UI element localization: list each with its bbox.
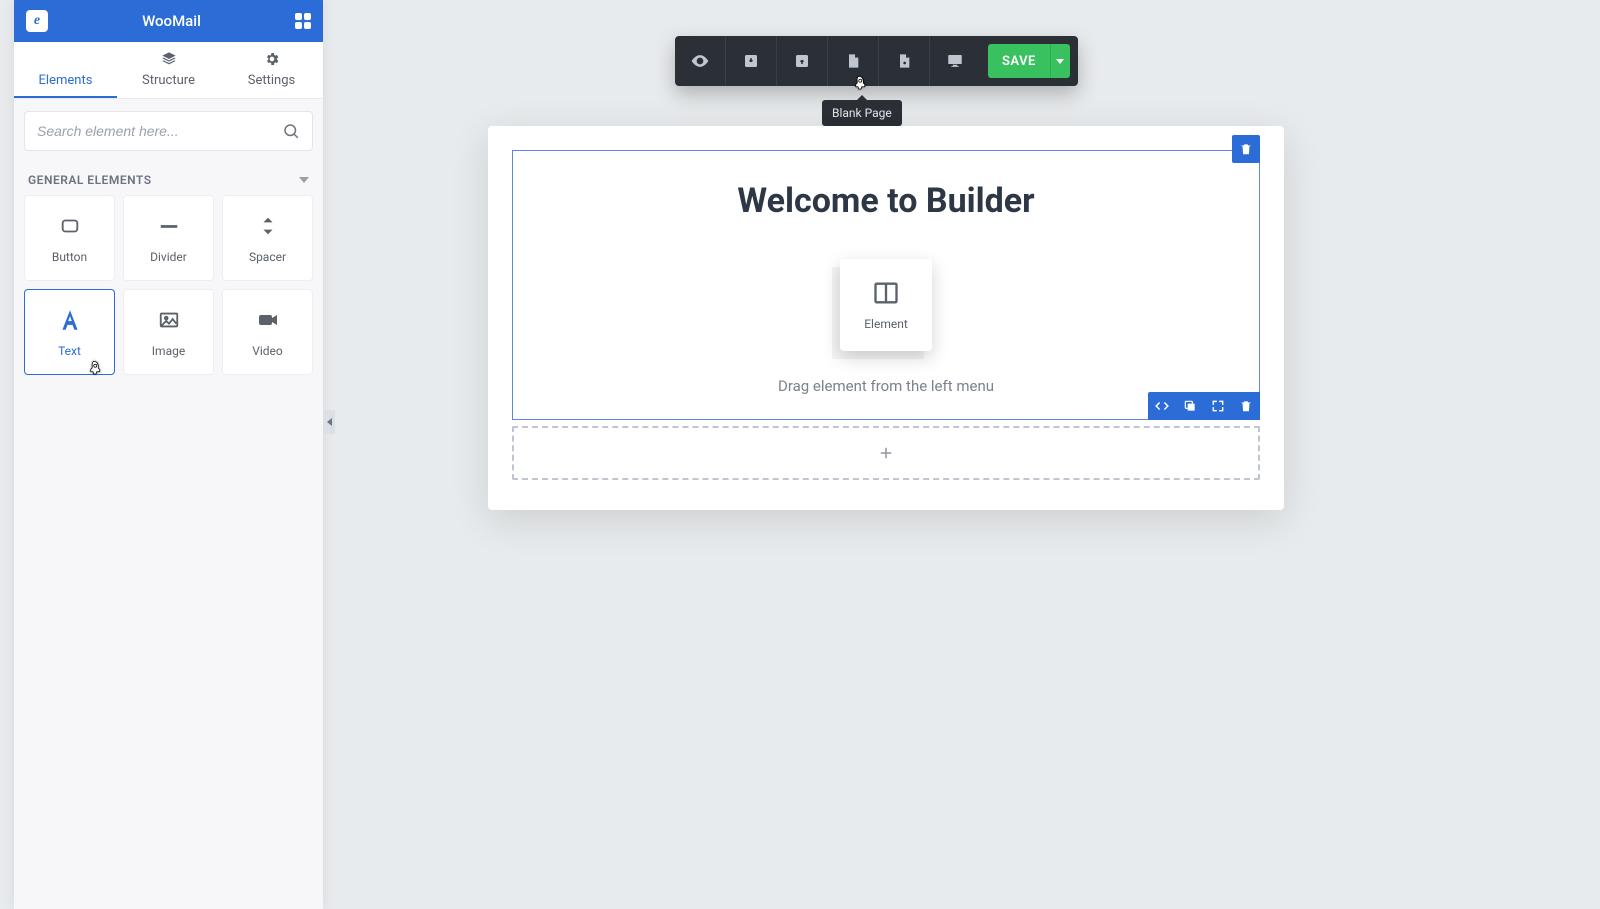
element-video[interactable]: Video [222,289,313,375]
delete-block-button[interactable] [1232,135,1260,163]
search-wrap [14,99,323,163]
element-divider[interactable]: Divider [123,195,214,281]
divider-icon [155,212,183,240]
saved-page-button[interactable] [879,36,929,86]
button-icon [56,212,84,240]
export-icon [793,52,811,70]
blank-page-button[interactable] [828,36,878,86]
canvas-block[interactable]: Welcome to Builder Element Drag element … [512,150,1260,420]
block-actions [1148,392,1260,420]
section-general-elements[interactable]: GENERAL ELEMENTS [14,163,323,195]
search-icon [282,122,300,140]
block-duplicate-button[interactable] [1176,392,1204,420]
tab-elements[interactable]: Elements [14,42,117,98]
text-icon [56,306,84,334]
sidebar-collapse-handle[interactable] [323,410,335,434]
element-video-label: Video [252,344,283,358]
element-text-label: Text [58,344,81,358]
top-toolbar: SAVE [675,36,1078,86]
spacer-icon [254,212,282,240]
import-icon [742,52,760,70]
save-page-icon [896,52,912,70]
plus-icon [877,444,895,462]
app-title: WooMail [48,12,295,30]
video-icon [254,306,282,334]
element-button[interactable]: Button [24,195,115,281]
tab-structure-label: Structure [142,73,195,88]
tooltip-text: Blank Page [832,106,892,120]
save-dropdown[interactable] [1050,44,1070,78]
block-delete-button[interactable] [1232,392,1260,420]
duplicate-icon [1183,399,1197,413]
element-image[interactable]: Image [123,289,214,375]
trash-icon [1239,142,1253,156]
app-logo-letter: e [34,13,40,29]
sidebar: e WooMail Elements Structure Settings [14,0,323,909]
tab-settings[interactable]: Settings [220,42,323,98]
element-image-label: Image [152,344,185,358]
elements-grid: Button Divider Spacer Text Image [14,195,323,375]
desktop-icon [945,52,965,70]
sidebar-header: e WooMail [14,0,323,42]
settings-icon [264,51,280,67]
search-input-wrap[interactable] [24,111,313,151]
caret-down-icon [1056,59,1064,64]
tab-structure[interactable]: Structure [117,42,220,98]
section-title: GENERAL ELEMENTS [28,173,152,187]
save-button[interactable]: SAVE [988,44,1070,78]
chevron-down-icon [299,177,309,183]
tab-settings-label: Settings [248,73,295,88]
add-row-button[interactable] [512,426,1260,480]
canvas-page: Welcome to Builder Element Drag element … [488,126,1284,510]
export-button[interactable] [777,36,827,86]
preview-button[interactable] [675,36,725,86]
element-button-label: Button [52,250,87,264]
app-menu-icon[interactable] [295,13,311,29]
element-text[interactable]: Text [24,289,115,375]
sidebar-tabs: Elements Structure Settings [14,42,323,99]
block-expand-button[interactable] [1204,392,1232,420]
expand-icon [1211,399,1225,413]
tab-elements-label: Elements [39,73,93,88]
code-icon [1155,399,1169,413]
toolbar-tooltip: Blank Page [822,100,902,126]
canvas-heading: Welcome to Builder [513,151,1259,241]
save-button-label: SAVE [988,54,1050,69]
block-code-button[interactable] [1148,392,1176,420]
element-divider-label: Divider [150,250,187,264]
image-icon [155,306,183,334]
page-icon [845,52,861,70]
eye-icon [690,51,710,71]
element-placeholder-label: Element [864,317,908,331]
import-button[interactable] [726,36,776,86]
search-input[interactable] [37,123,282,139]
columns-icon [872,279,900,307]
elements-icon [58,51,74,67]
chevron-left-icon [327,418,332,426]
desktop-view-button[interactable] [930,36,980,86]
structure-icon [161,51,177,67]
element-spacer[interactable]: Spacer [222,195,313,281]
element-placeholder-card: Element [840,259,932,351]
element-card-ghost: Element [840,259,932,351]
trash-icon [1239,399,1253,413]
app-logo: e [26,10,48,32]
element-spacer-label: Spacer [249,250,286,264]
drop-hint: Drag element from the left menu [778,377,994,395]
